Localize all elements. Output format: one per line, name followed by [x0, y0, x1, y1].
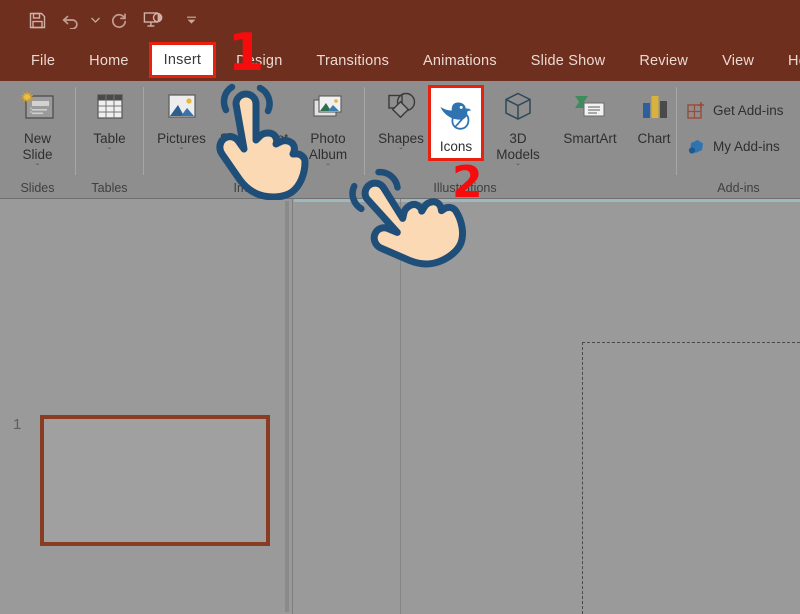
chart-label: Chart: [637, 131, 671, 146]
3d-models-icon: [498, 85, 538, 129]
new-slide-button[interactable]: New Slide ˇ: [0, 85, 75, 174]
get-addins-label: Get Add-ins: [713, 103, 784, 118]
tab-review[interactable]: Review: [622, 40, 705, 81]
annotation-step-2: 2: [452, 157, 483, 208]
slide-thumbnail-1[interactable]: [40, 415, 270, 546]
tab-view[interactable]: View: [705, 40, 771, 81]
new-slide-dropdown-icon[interactable]: ˇ: [36, 164, 39, 174]
new-slide-icon: [18, 85, 58, 129]
tab-insert[interactable]: Insert: [148, 42, 217, 78]
undo-dropdown-icon[interactable]: [88, 6, 102, 34]
photo-album-icon: [309, 85, 347, 129]
pictures-label: Pictures: [157, 131, 206, 146]
group-label-images: Images: [233, 181, 275, 195]
tab-help[interactable]: Help: [771, 40, 800, 81]
tab-file[interactable]: File: [14, 40, 72, 81]
chart-icon: [637, 85, 671, 129]
slide-thumbnail-pane[interactable]: 1: [0, 199, 293, 614]
icons-button[interactable]: Icons: [428, 85, 484, 161]
group-label-tables: Tables: [91, 181, 128, 195]
workspace: 1: [0, 199, 800, 614]
photo-album-label-line1: Photo: [310, 131, 346, 146]
smartart-label: SmartArt: [563, 131, 617, 146]
title-bar: [0, 0, 800, 40]
ribbon-insert: New Slide ˇ Slides Table ˇ Tables Pictur…: [0, 81, 800, 199]
smartart-icon: [569, 85, 611, 129]
ribbon-group-tables: Table ˇ Tables: [76, 81, 143, 199]
ribbon-tab-strip: File Home Insert Design Transitions Anim…: [0, 40, 800, 81]
slide-edit-pane[interactable]: [294, 199, 800, 614]
shapes-label: Shapes: [378, 131, 424, 146]
chart-button[interactable]: Chart: [625, 85, 683, 147]
my-addins-button[interactable]: My Add-ins: [687, 137, 780, 156]
icons-label: Icons: [439, 138, 473, 154]
group-label-slides: Slides: [20, 181, 55, 195]
screenshot-icon: [235, 85, 273, 129]
thumbnail-scrollbar[interactable]: [285, 201, 289, 612]
shapes-icon: [381, 85, 421, 129]
ribbon-group-addins: Get Add-ins My Add-ins Add-ins: [677, 81, 800, 199]
table-button[interactable]: Table ˇ: [76, 85, 143, 158]
screenshot-dropdown-icon[interactable]: ˇ: [252, 148, 255, 158]
ribbon-group-slides: New Slide ˇ Slides: [0, 81, 75, 199]
pictures-icon: [163, 85, 201, 129]
ribbon-group-images: Pictures ˇ Screenshot ˇ Photo Album ˇ Im…: [144, 81, 364, 199]
photo-album-label-line2: Album: [308, 147, 348, 162]
tab-slide-show[interactable]: Slide Show: [514, 40, 623, 81]
icons-bird-leaf-icon: [437, 93, 475, 137]
3d-models-button[interactable]: 3D Models ˇ: [485, 85, 551, 174]
redo-icon[interactable]: [102, 6, 136, 34]
undo-icon[interactable]: [54, 6, 88, 34]
ribbon-group-illustrations: Shapes ˇ Icons 3D Models ˇ SmartArt Char…: [365, 81, 675, 199]
smartart-button[interactable]: SmartArt: [551, 85, 629, 147]
table-icon: [92, 85, 128, 129]
3d-models-label-line1: 3D: [509, 131, 527, 146]
annotation-step-1: 1: [228, 23, 265, 83]
3d-models-label-line2: Models: [496, 147, 540, 162]
new-slide-label-line2: Slide: [22, 147, 53, 162]
shapes-dropdown-icon[interactable]: ˇ: [399, 148, 402, 158]
table-label: Table: [93, 131, 126, 146]
group-label-addins: Add-ins: [717, 181, 760, 195]
shapes-button[interactable]: Shapes ˇ: [368, 85, 434, 158]
table-dropdown-icon[interactable]: ˇ: [108, 148, 111, 158]
get-addins-icon: [687, 101, 706, 120]
photo-album-dropdown-icon[interactable]: ˇ: [326, 164, 329, 174]
screenshot-button[interactable]: Screenshot ˇ: [216, 85, 292, 158]
tab-home[interactable]: Home: [72, 40, 145, 81]
slide-number-label: 1: [13, 416, 22, 433]
screenshot-label: Screenshot: [219, 131, 289, 146]
powerpoint-window: File Home Insert Design Transitions Anim…: [0, 0, 800, 614]
pictures-button[interactable]: Pictures ˇ: [144, 85, 219, 158]
get-addins-button[interactable]: Get Add-ins: [687, 101, 784, 120]
my-addins-icon: [687, 137, 706, 156]
tab-transitions[interactable]: Transitions: [299, 40, 406, 81]
slide-content-placeholder[interactable]: [582, 342, 800, 614]
pictures-dropdown-icon[interactable]: ˇ: [180, 148, 183, 158]
photo-album-button[interactable]: Photo Album ˇ: [292, 85, 364, 174]
tab-animations[interactable]: Animations: [406, 40, 514, 81]
start-from-beginning-icon[interactable]: [136, 6, 170, 34]
3d-models-dropdown-icon[interactable]: ˇ: [516, 164, 519, 174]
quick-access-toolbar: [20, 6, 198, 34]
edit-pane-divider: [400, 199, 401, 614]
new-slide-label-line1: New: [23, 131, 51, 146]
save-icon[interactable]: [20, 6, 54, 34]
edit-pane-top-accent: [294, 199, 800, 202]
my-addins-label: My Add-ins: [713, 139, 780, 154]
customize-qat-icon[interactable]: [184, 6, 198, 34]
